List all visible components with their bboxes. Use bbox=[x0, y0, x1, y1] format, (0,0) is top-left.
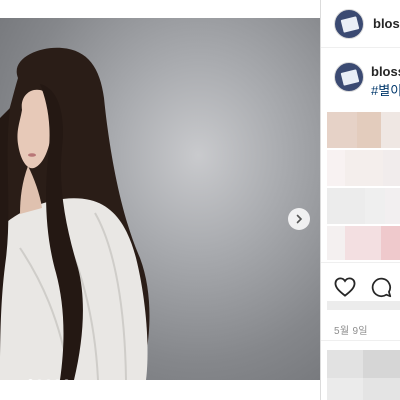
post-sidebar: bloss bloss #별이 5월 9일 bbox=[321, 0, 400, 400]
post-header: bloss bbox=[321, 0, 400, 48]
blurred-comment bbox=[345, 226, 381, 260]
blurred-comment bbox=[357, 112, 381, 148]
media-bottom-margin bbox=[0, 380, 320, 400]
blurred-comment bbox=[383, 150, 400, 186]
header-username[interactable]: bloss bbox=[373, 16, 400, 31]
post-date: 5월 9일 bbox=[334, 326, 368, 337]
blurred-comment bbox=[327, 188, 365, 224]
comment-box-divider bbox=[321, 340, 400, 341]
avatar[interactable] bbox=[334, 9, 364, 39]
blurred-comment bbox=[365, 188, 385, 224]
blurred-comment-input bbox=[327, 350, 363, 378]
blurred-comment-input bbox=[327, 378, 363, 400]
caption-avatar[interactable] bbox=[334, 62, 364, 92]
blurred-comment-input bbox=[363, 350, 400, 378]
post-image[interactable] bbox=[0, 18, 320, 380]
blurred-likes bbox=[327, 301, 400, 310]
blurred-comment bbox=[381, 112, 400, 148]
comment-icon[interactable] bbox=[371, 277, 392, 298]
action-bar bbox=[321, 262, 400, 310]
next-slide-button[interactable] bbox=[288, 208, 310, 230]
heart-icon[interactable] bbox=[334, 277, 356, 297]
post-viewer: bloss bloss #별이 5월 9일 bbox=[0, 0, 400, 400]
blurred-comment bbox=[381, 226, 400, 260]
caption-hashtag[interactable]: #별이 bbox=[371, 80, 400, 99]
blurred-comment bbox=[327, 112, 357, 148]
blurred-comment-input bbox=[363, 378, 400, 400]
portrait-photo bbox=[0, 47, 150, 380]
blurred-comment bbox=[327, 226, 345, 260]
blurred-comment bbox=[345, 150, 383, 186]
blurred-comment bbox=[327, 150, 345, 186]
blurred-comment bbox=[385, 188, 400, 224]
caption-username[interactable]: bloss bbox=[371, 64, 400, 79]
chevron-right-icon bbox=[296, 214, 303, 224]
